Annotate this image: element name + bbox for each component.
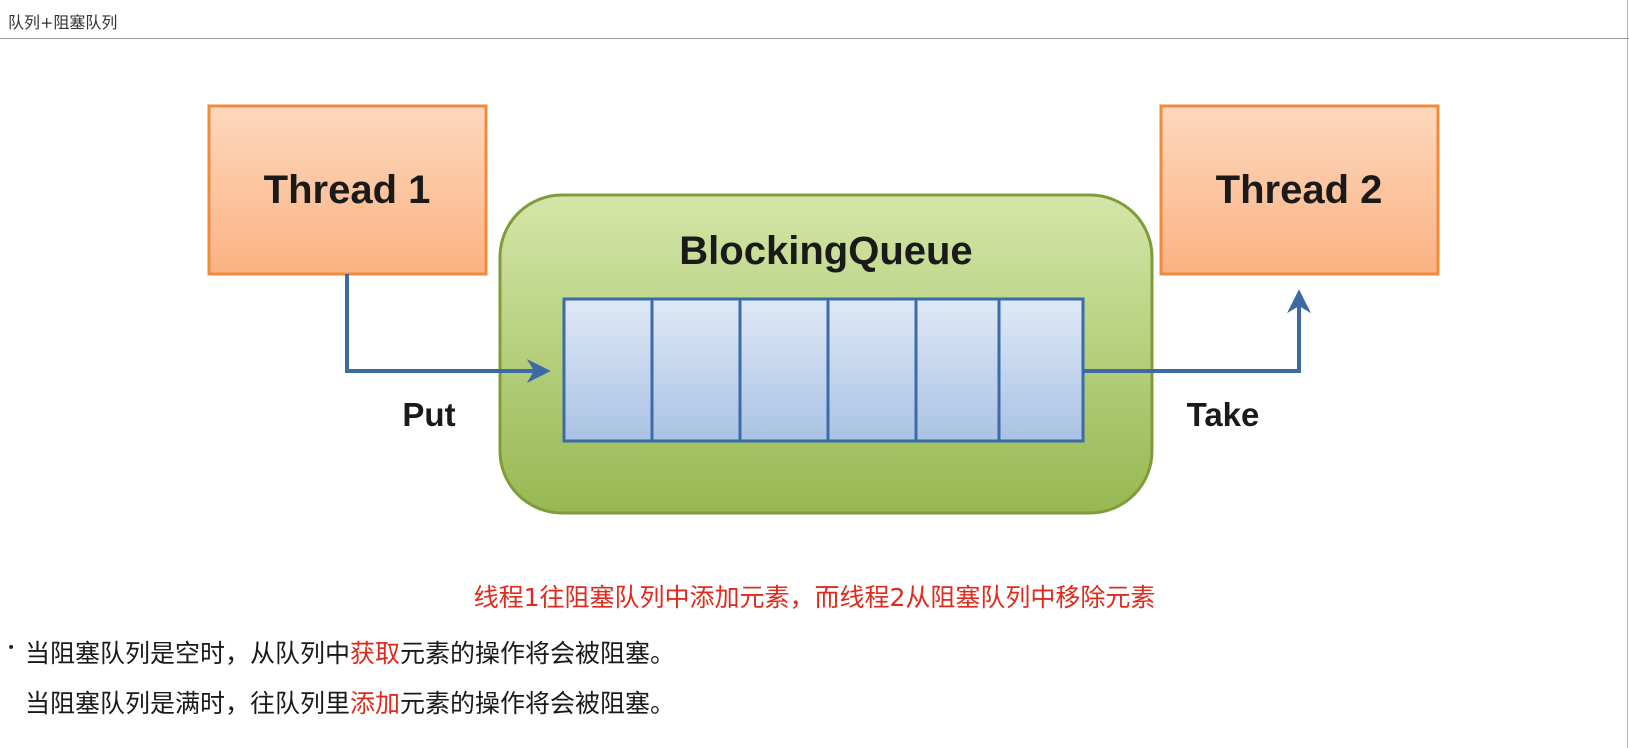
note-text: 元素的操作将会被阻塞。 (400, 639, 676, 668)
thread1-label: Thread 1 (264, 168, 431, 212)
take-label: Take (1187, 396, 1260, 433)
queue-slot (997, 297, 1085, 443)
note-text: 当阻塞队列是空时，从队列中 (25, 639, 351, 668)
note-highlight: 获取 (350, 639, 401, 668)
queue-slot (738, 297, 830, 443)
note-full-queue: 当阻塞队列是满时，往队列里添加元素的操作将会被阻塞。 (25, 684, 675, 720)
queue-slot (650, 297, 742, 443)
queue-slot (914, 297, 1001, 443)
queue-slot (562, 297, 654, 443)
note-empty-queue: 当阻塞队列是空时，从队列中获取元素的操作将会被阻塞。 (25, 634, 675, 670)
note-highlight: 添加 (350, 689, 401, 718)
queue-slots (562, 297, 1085, 443)
blocking-queue-diagram: Thread 1 Thread 2 BlockingQueue Put Take (207, 104, 1440, 515)
put-label: Put (402, 396, 455, 433)
note-text: 当阻塞队列是满时，往队列里 (25, 689, 351, 718)
queue-slot (826, 297, 918, 443)
blocking-queue-label: BlockingQueue (679, 229, 972, 273)
note-text: 元素的操作将会被阻塞。 (400, 689, 676, 718)
bullet-marker: • (7, 640, 16, 656)
thread2-label: Thread 2 (1216, 168, 1383, 212)
diagram-caption: 线程1往阻塞队列中添加元素，而线程2从阻塞队列中移除元素 (473, 583, 1156, 612)
